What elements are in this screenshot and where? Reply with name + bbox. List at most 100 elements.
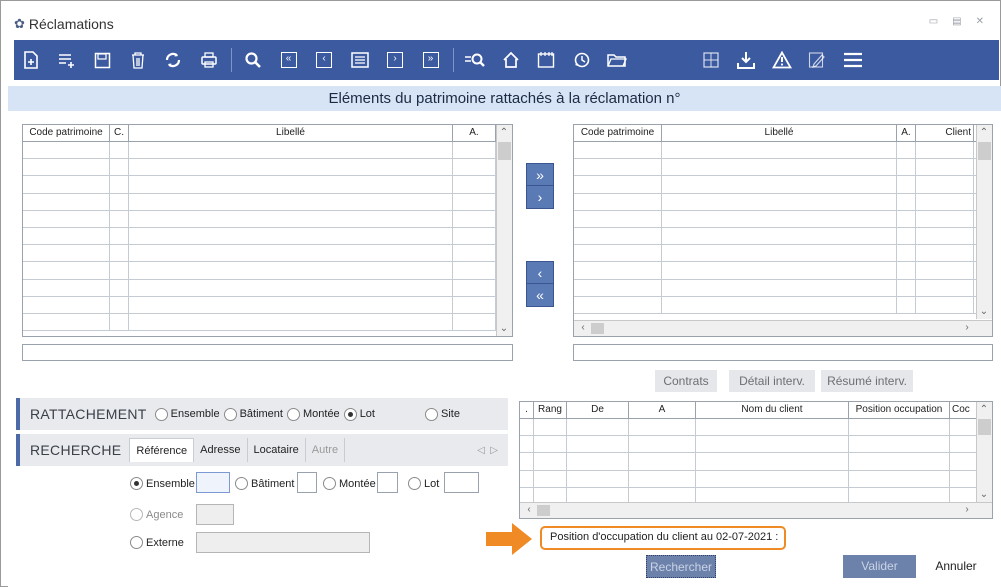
table-cell[interactable]: [696, 453, 849, 470]
column-header[interactable]: A: [629, 402, 696, 418]
table-cell[interactable]: [916, 193, 974, 210]
agence-input[interactable]: [196, 504, 234, 525]
table-cell[interactable]: [453, 313, 496, 331]
table-cell[interactable]: [916, 159, 974, 176]
table-cell[interactable]: [574, 210, 662, 227]
table-cell[interactable]: [629, 453, 696, 470]
table-cell[interactable]: [662, 262, 897, 279]
scroll-thumb[interactable]: [591, 323, 604, 334]
table-cell[interactable]: [453, 245, 496, 262]
table-row[interactable]: [23, 296, 512, 314]
list-icon[interactable]: [343, 43, 377, 77]
table-row[interactable]: [574, 279, 992, 297]
table-cell[interactable]: [110, 296, 129, 313]
column-header[interactable]: Libellé: [129, 125, 453, 141]
table-cell[interactable]: [629, 419, 696, 436]
delete-icon[interactable]: [121, 43, 155, 77]
column-header[interactable]: De: [567, 402, 629, 418]
column-header[interactable]: Rang: [534, 402, 567, 418]
scroll-down-icon[interactable]: ⌄: [497, 323, 511, 334]
scroll-up-icon[interactable]: ⌃: [977, 127, 991, 138]
column-header[interactable]: Nom du client: [696, 402, 849, 418]
scroll-up-icon[interactable]: ⌃: [977, 404, 991, 415]
valider-button[interactable]: Valider: [843, 555, 916, 578]
table-cell[interactable]: [453, 193, 496, 210]
table-row[interactable]: [574, 210, 992, 228]
column-header[interactable]: .: [520, 402, 534, 418]
table-cell[interactable]: [520, 419, 534, 436]
scroll-down-icon[interactable]: ⌄: [977, 489, 991, 500]
table-cell[interactable]: [849, 436, 950, 453]
table-cell[interactable]: [897, 193, 916, 210]
table-row[interactable]: [520, 453, 992, 471]
table-cell[interactable]: [110, 176, 129, 193]
table-cell[interactable]: [662, 142, 897, 159]
column-header[interactable]: A.: [897, 125, 916, 141]
table-cell[interactable]: [662, 176, 897, 193]
table-cell[interactable]: [696, 436, 849, 453]
table-cell[interactable]: [950, 453, 978, 470]
table-cell[interactable]: [897, 296, 916, 313]
folder-icon[interactable]: [600, 43, 634, 77]
prev-icon[interactable]: ‹: [307, 43, 341, 77]
column-header[interactable]: Code patrimoine: [23, 125, 110, 141]
scroll-left-icon[interactable]: ‹: [576, 322, 590, 333]
table-cell[interactable]: [23, 142, 110, 159]
table-cell[interactable]: [23, 176, 110, 193]
table-cell[interactable]: [129, 245, 453, 262]
table-cell[interactable]: [897, 245, 916, 262]
table-cell[interactable]: [662, 159, 897, 176]
table-cell[interactable]: [129, 262, 453, 279]
tab-autre[interactable]: Autre: [306, 438, 346, 462]
table-cell[interactable]: [662, 296, 897, 313]
tab-locataire[interactable]: Locataire: [248, 438, 306, 462]
table-cell[interactable]: [916, 262, 974, 279]
table-cell[interactable]: [629, 436, 696, 453]
radio-ensemble[interactable]: Ensemble: [154, 407, 220, 421]
table-row[interactable]: [574, 176, 992, 194]
column-header[interactable]: Client: [916, 125, 974, 141]
table-row[interactable]: [23, 210, 512, 228]
table-row[interactable]: [23, 176, 512, 194]
table-row[interactable]: [23, 193, 512, 211]
table-cell[interactable]: [110, 142, 129, 159]
table-cell[interactable]: [453, 279, 496, 296]
table-cell[interactable]: [662, 279, 897, 296]
column-header[interactable]: Position occupation: [849, 402, 950, 418]
table-row[interactable]: [574, 296, 992, 314]
tab-reference[interactable]: Référence: [129, 438, 195, 462]
close-icon[interactable]: ✕: [976, 16, 984, 27]
table-cell[interactable]: [662, 193, 897, 210]
scroll-thumb[interactable]: [537, 505, 550, 516]
table-cell[interactable]: [916, 245, 974, 262]
table-cell[interactable]: [110, 227, 129, 245]
scroll-thumb[interactable]: [978, 142, 991, 160]
print-icon[interactable]: [192, 43, 226, 77]
table-cell[interactable]: [110, 193, 129, 210]
table-cell[interactable]: [129, 176, 453, 193]
scroll-left-icon[interactable]: ‹: [522, 504, 536, 515]
table-cell[interactable]: [916, 296, 974, 313]
save-icon[interactable]: [85, 43, 119, 77]
table-row[interactable]: [23, 227, 512, 246]
table-row[interactable]: [574, 262, 992, 280]
calendar-icon[interactable]: [529, 43, 563, 77]
table-cell[interactable]: [110, 279, 129, 296]
table-cell[interactable]: [696, 419, 849, 436]
table-cell[interactable]: [129, 279, 453, 296]
table-cell[interactable]: [534, 453, 567, 470]
table-cell[interactable]: [534, 470, 567, 487]
scroll-right-icon[interactable]: ›: [960, 504, 974, 515]
table-cell[interactable]: [916, 210, 974, 227]
horizontal-scrollbar[interactable]: ‹ ›: [574, 320, 992, 336]
last-icon[interactable]: »: [414, 43, 448, 77]
table-row[interactable]: [520, 419, 992, 437]
vertical-scrollbar[interactable]: ⌃ ⌄: [496, 125, 512, 336]
table-cell[interactable]: [950, 470, 978, 487]
scroll-thumb[interactable]: [978, 419, 991, 435]
ensemble-input[interactable]: [196, 472, 230, 493]
table-cell[interactable]: [897, 176, 916, 193]
tab-adresse[interactable]: Adresse: [194, 438, 248, 462]
home-icon[interactable]: [494, 43, 528, 77]
table-row[interactable]: [23, 159, 512, 177]
